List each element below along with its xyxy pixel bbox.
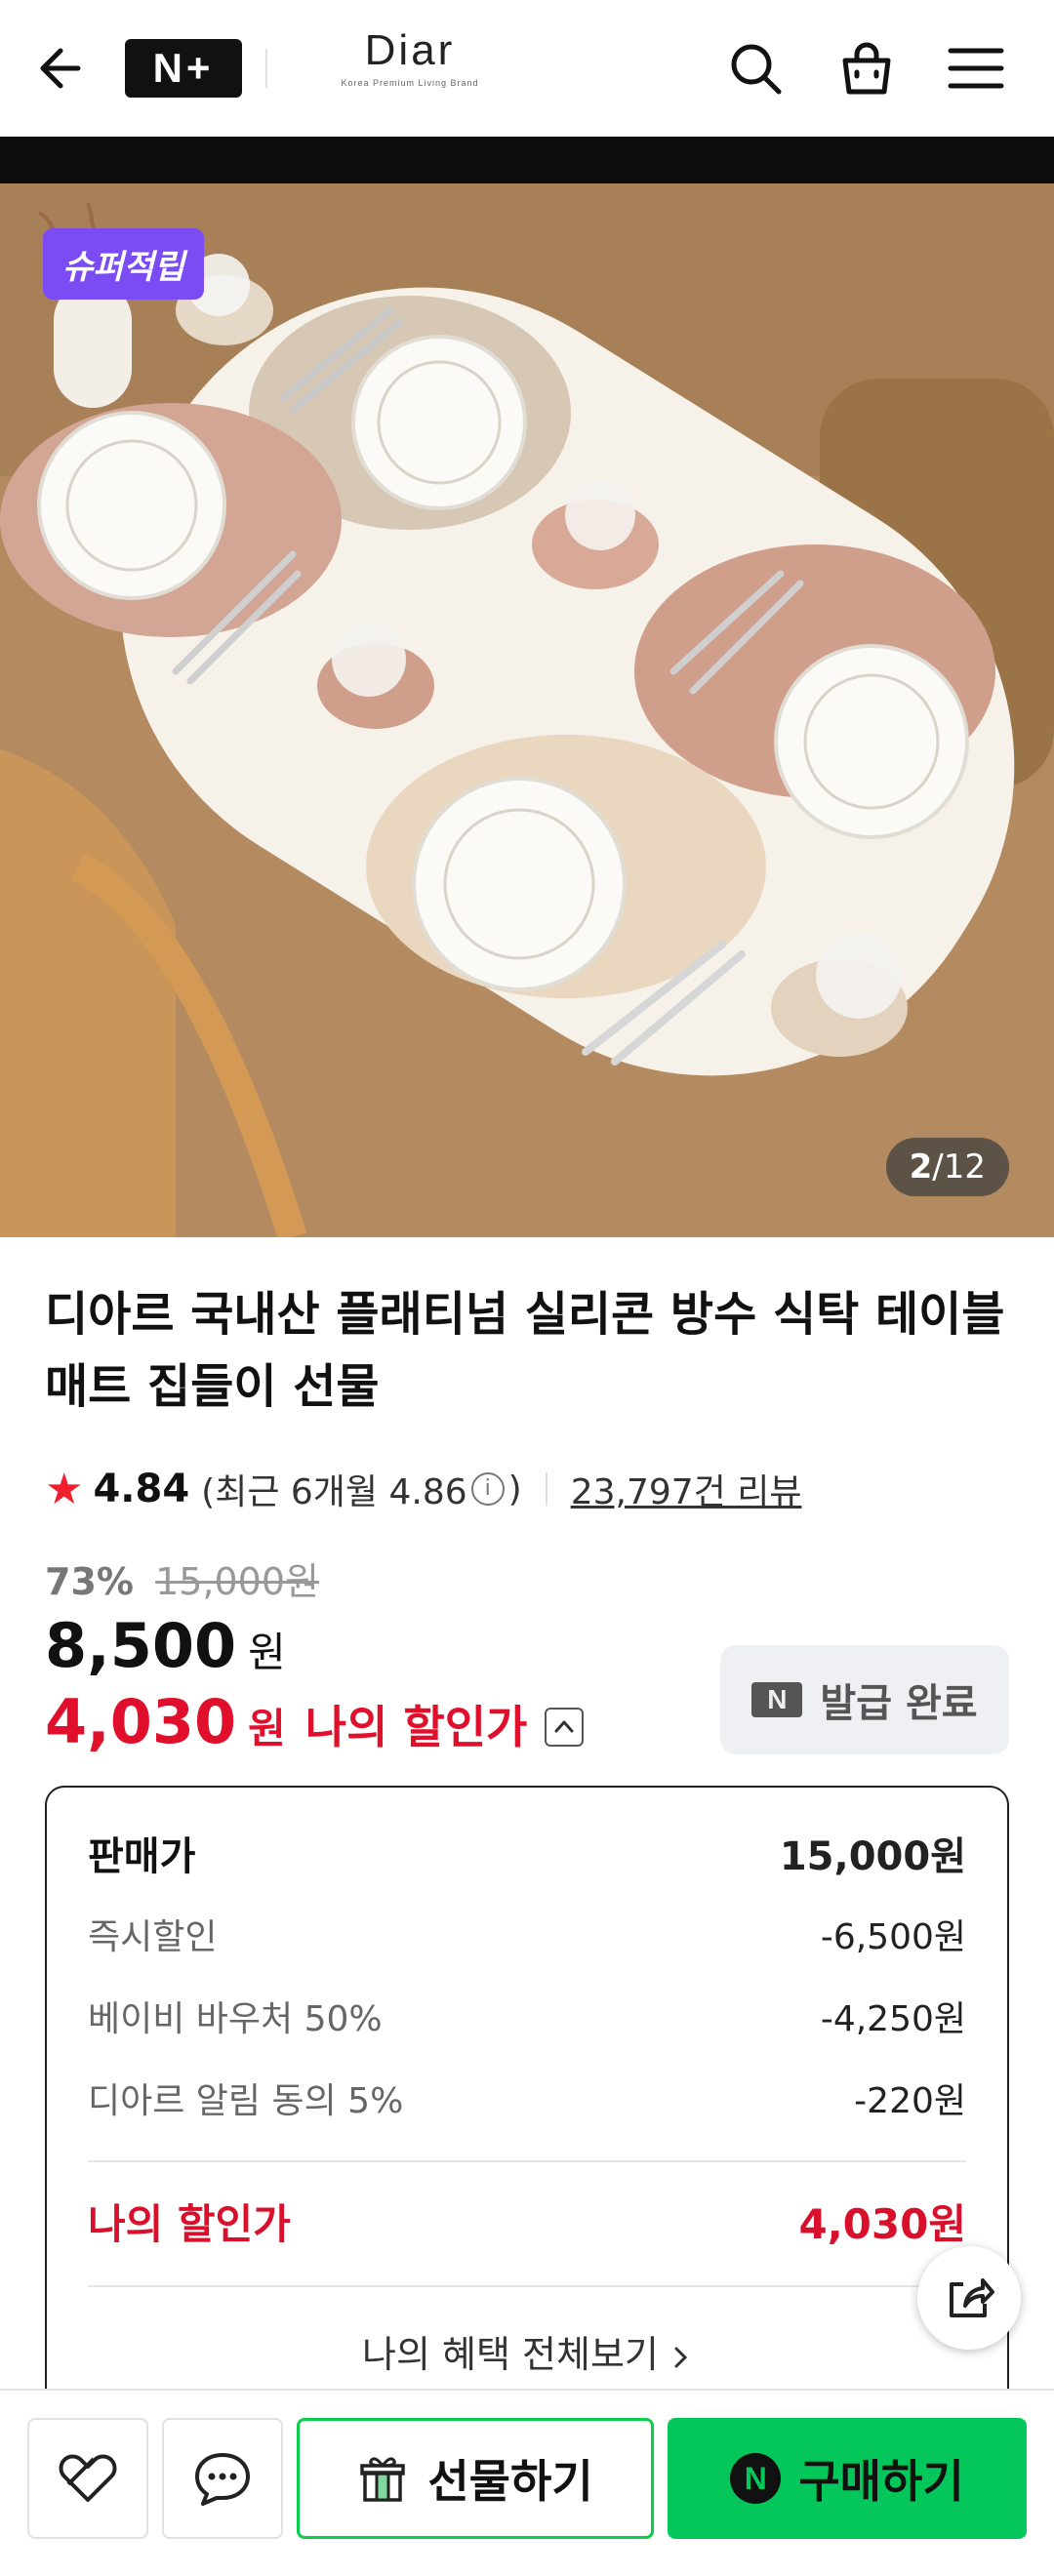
shopping-bag-icon[interactable] <box>837 39 896 98</box>
wishlist-button[interactable] <box>27 2418 148 2539</box>
rating-row: ★ 4.84 (최근 6개월 4.86 i ) 23,797건 리뷰 <box>45 1460 801 1518</box>
gift-icon <box>360 2457 406 2502</box>
product-photo-illustration <box>0 183 1054 1237</box>
chevron-up-icon[interactable] <box>545 1708 585 1747</box>
recent-rating: (최근 6개월 4.86 <box>201 1472 467 1512</box>
breakdown-row-value: -4,250원 <box>820 1999 966 2039</box>
breakdown-row-label: 디아르 알림 동의 5% <box>88 2081 404 2121</box>
breakdown-row-value: -6,500원 <box>820 1917 966 1957</box>
discount-row: 73% 15,000원 <box>45 1551 319 1605</box>
sale-price: 8,500 <box>45 1610 237 1681</box>
breakdown-my-price-value: 4,030원 <box>798 2200 967 2248</box>
my-price-unit: 원 <box>248 1705 286 1752</box>
all-benefits-link[interactable]: 나의 혜택 전체보기 <box>47 2324 1007 2378</box>
image-counter-separator: / <box>932 1147 944 1187</box>
breakdown-my-price-row: 나의 할인가 4,030원 <box>88 2192 966 2251</box>
price-breakdown-box: 판매가 15,000원 즉시할인 -6,500원 베이비 바우처 50% -4,… <box>45 1786 1009 2410</box>
breakdown-divider <box>88 2160 966 2162</box>
chat-bubble-icon <box>195 2453 250 2506</box>
breakdown-row-value: -220원 <box>854 2081 966 2121</box>
back-arrow-icon[interactable] <box>35 41 90 96</box>
chevron-right-icon <box>674 2347 688 2367</box>
sale-price-unit: 원 <box>248 1629 286 1676</box>
image-counter-total: 12 <box>943 1147 986 1187</box>
brand-logo[interactable]: Diar Korea Premium Living Brand <box>322 26 498 89</box>
all-benefits-label: 나의 혜택 전체보기 <box>362 2333 659 2376</box>
buy-button-label: 구매하기 <box>798 2455 964 2508</box>
star-icon: ★ <box>45 1464 84 1514</box>
talk-button[interactable] <box>162 2418 283 2539</box>
image-counter: 2/12 <box>885 1138 1009 1196</box>
rating-score: 4.84 <box>93 1467 190 1511</box>
share-button[interactable] <box>917 2246 1021 2350</box>
price-row: 8,500 원 <box>45 1610 286 1681</box>
discount-percent: 73% <box>45 1560 134 1603</box>
my-price-row[interactable]: 4,030 원 나의 할인가 <box>45 1686 585 1757</box>
recent-rating-close: ) <box>507 1469 522 1509</box>
my-price: 4,030 <box>45 1686 237 1757</box>
coupon-issued-label: 발급 완료 <box>820 1681 978 1726</box>
header-bottom-bar <box>0 137 1054 183</box>
rating-divider <box>545 1472 547 1506</box>
gift-button[interactable]: 선물하기 <box>297 2418 654 2539</box>
brand-name: Diar <box>364 26 456 74</box>
breakdown-sale-label: 판매가 <box>88 1834 196 1879</box>
share-icon <box>950 2278 994 2317</box>
breakdown-sale-value: 15,000원 <box>779 1834 966 1879</box>
naver-pay-icon: N <box>730 2453 782 2504</box>
breakdown-row: 베이비 바우처 50% -4,250원 <box>88 1991 966 2041</box>
brand-tagline: Korea Premium Living Brand <box>341 78 479 88</box>
breakdown-my-price-label: 나의 할인가 <box>88 2200 291 2248</box>
info-icon[interactable]: i <box>470 1472 505 1506</box>
breakdown-row-label: 즉시할인 <box>88 1917 218 1957</box>
menu-icon[interactable] <box>947 39 1005 98</box>
naver-n-icon: N <box>751 1682 803 1717</box>
breakdown-divider <box>88 2285 966 2287</box>
gift-button-label: 선물하기 <box>427 2455 593 2508</box>
super-points-badge: 슈퍼적립 <box>43 228 205 300</box>
header-divider <box>265 49 267 88</box>
buy-button[interactable]: N 구매하기 <box>668 2418 1027 2539</box>
heart-icon <box>59 2454 117 2502</box>
bottom-action-bar: 선물하기 N 구매하기 <box>0 2389 1054 2576</box>
review-count-link[interactable]: 23,797건 리뷰 <box>571 1464 802 1514</box>
search-icon[interactable] <box>726 39 785 98</box>
image-counter-current: 2 <box>909 1147 933 1187</box>
top-header: N+ Diar Korea Premium Living Brand <box>0 0 1054 137</box>
coupon-issued-button[interactable]: N 발급 완료 <box>720 1645 1009 1754</box>
breakdown-row: 디아르 알림 동의 5% -220원 <box>88 2073 966 2123</box>
product-image[interactable]: 슈퍼적립 2/12 <box>0 183 1054 1237</box>
breakdown-sale-row: 판매가 15,000원 <box>88 1825 966 1881</box>
breakdown-row-label: 베이비 바우처 50% <box>88 1999 383 2039</box>
nplus-store-logo[interactable]: N+ <box>125 39 242 98</box>
original-price: 15,000원 <box>155 1560 319 1603</box>
my-price-label: 나의 할인가 <box>304 1701 528 1753</box>
product-title: 디아르 국내산 플래티넘 실리콘 방수 식탁 테이블 매트 집들이 선물 <box>45 1287 1005 1414</box>
breakdown-row: 즉시할인 -6,500원 <box>88 1909 966 1959</box>
